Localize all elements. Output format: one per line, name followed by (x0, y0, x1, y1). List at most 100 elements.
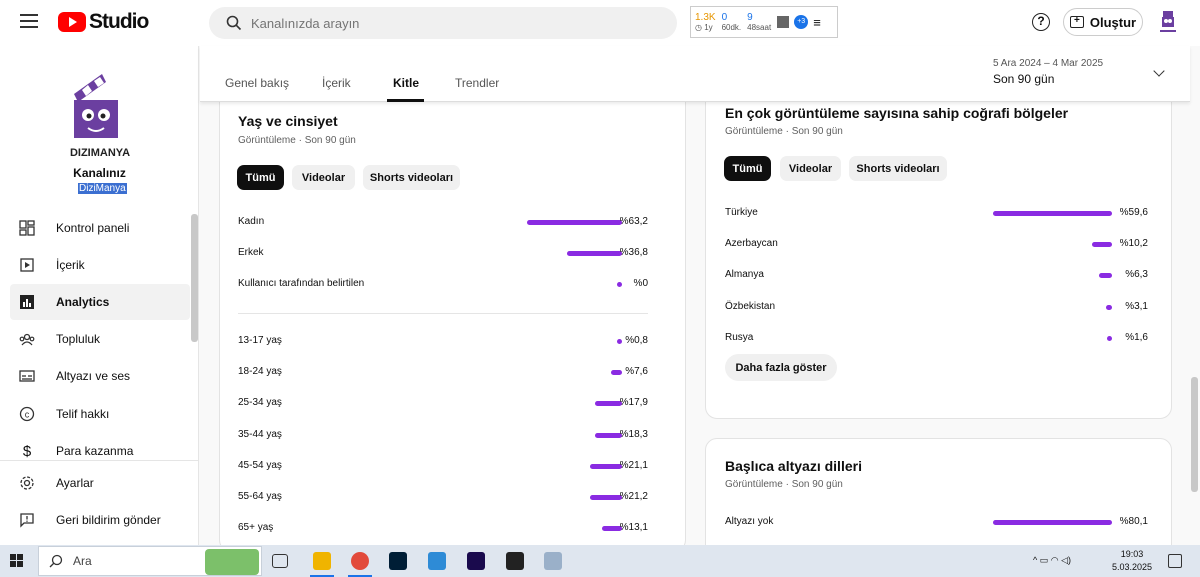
tab-content[interactable]: İçerik (322, 76, 351, 90)
app-icon[interactable] (428, 552, 446, 570)
card-subtitle: Görüntüleme · Son 90 gün (725, 479, 843, 490)
main-scrollbar[interactable] (1191, 377, 1198, 492)
row-value: %21,2 (619, 491, 648, 502)
sidebar-item-subtitles[interactable]: Altyazı ve ses (10, 358, 190, 394)
chevron-down-icon[interactable] (1153, 65, 1165, 77)
sidebar-item-copyright[interactable]: c Telif hakkı (10, 396, 190, 432)
extension-widget[interactable]: 1.3K ◷ 1y 0 60dk. 9 48saat +3 ≡ (690, 6, 838, 38)
file-explorer-icon[interactable] (313, 552, 331, 570)
sidebar-item-community[interactable]: Topluluk (10, 321, 190, 357)
top-bar: Studio 1.3K ◷ 1y 0 60dk. 9 48saat +3 ≡ ?… (0, 0, 1200, 46)
card-subtitle: Görüntüleme · Son 90 gün (238, 135, 356, 146)
extension-badge-icon[interactable]: +3 (794, 15, 809, 29)
sidebar-item-dashboard[interactable]: Kontrol paneli (10, 210, 190, 246)
ext-menu-icon[interactable]: ≡ (813, 15, 821, 30)
chip-all[interactable]: Tümü (237, 165, 284, 190)
active-tab-indicator (387, 99, 424, 102)
sidebar-item-settings[interactable]: Ayarlar (10, 465, 190, 501)
row-bar (993, 211, 1112, 216)
search-icon[interactable] (217, 7, 251, 39)
sidebar-item-analytics[interactable]: Analytics (10, 284, 190, 320)
notes-icon[interactable] (544, 552, 562, 570)
row-label: 45-54 yaş (238, 459, 282, 471)
show-more-button[interactable]: Daha fazla göster (725, 354, 837, 381)
studio-logo[interactable]: Studio (58, 10, 149, 34)
gear-icon (18, 474, 36, 492)
card-title: Yaş ve cinsiyet (238, 113, 338, 129)
taskbar-search[interactable]: Ara (38, 546, 262, 576)
premiere-icon[interactable] (467, 552, 485, 570)
tab-audience[interactable]: Kitle (393, 76, 419, 90)
chip-videos[interactable]: Videolar (292, 165, 355, 190)
sidebar-item-content[interactable]: İçerik (10, 247, 190, 283)
menu-icon[interactable] (20, 14, 38, 28)
row-label: Altyazı yok (725, 516, 774, 527)
sidebar-scrollbar[interactable] (191, 214, 198, 342)
data-row: Özbekistan %3,1 (725, 301, 1155, 315)
create-button[interactable]: + Oluştur (1063, 8, 1143, 36)
sidebar-item-label: Ayarlar (56, 476, 94, 490)
ext-stat-48h: 9 48saat (747, 12, 771, 33)
feedback-icon (18, 511, 36, 529)
sidebar-item-label: Altyazı ve ses (56, 369, 131, 383)
photoshop-icon[interactable] (389, 552, 407, 570)
monetization-icon: $ (22, 442, 32, 460)
clock[interactable]: 19:03 5.03.2025 (1112, 548, 1152, 574)
create-label: Oluştur (1089, 14, 1137, 30)
channel-name[interactable]: DiziManya (78, 183, 127, 194)
notification-icon[interactable] (1168, 554, 1182, 568)
data-row: 13-17 yaş %0,8 (238, 335, 658, 349)
tab-trends[interactable]: Trendler (455, 76, 499, 90)
windows-start-icon[interactable] (10, 554, 24, 568)
sidebar-item-label: Para kazanma (56, 444, 134, 458)
data-row: 18-24 yaş %7,6 (238, 366, 658, 380)
channel-label: Kanalınız (73, 166, 126, 180)
task-view-icon[interactable] (272, 554, 288, 568)
sidebar-item-label: Topluluk (56, 332, 101, 346)
row-label: Özbekistan (725, 300, 776, 312)
chrome-icon[interactable] (351, 552, 369, 570)
taskbar-search-icon (49, 554, 63, 568)
row-label: Kadın (238, 216, 265, 227)
tab-overview[interactable]: Genel bakış (225, 76, 289, 90)
age-gender-card: Yaş ve cinsiyet Görüntüleme · Son 90 gün… (219, 102, 686, 545)
data-row: 35-44 yaş %18,3 (238, 429, 658, 443)
row-label: 13-17 yaş (238, 335, 282, 346)
search-input[interactable] (251, 15, 651, 31)
sidebar-divider (0, 460, 199, 461)
row-value: %63,2 (619, 216, 648, 227)
row-value: %0 (633, 278, 648, 289)
windows-taskbar: Ara ^ ▭ ◠ ◁) 19:03 5.03.2025 (0, 545, 1200, 577)
sidebar-item-monetization[interactable]: $ Para kazanma (10, 433, 190, 469)
chip-all[interactable]: Tümü (724, 156, 771, 181)
sidebar-item-feedback[interactable]: Geri bildirim gönder (10, 502, 190, 538)
date-range-picker[interactable]: 5 Ara 2024 – 4 Mar 2025 Son 90 gün (993, 58, 1103, 86)
ext-stat1-label: ◷ 1y (695, 22, 713, 32)
chip-shorts[interactable]: Shorts videoları (363, 165, 460, 190)
data-row: 25-34 yaş %17,9 (238, 397, 658, 411)
data-row: Türkiye %59,6 (725, 207, 1155, 221)
row-label: Erkek (238, 247, 264, 258)
row-label: 55-64 yaş (238, 491, 282, 502)
ext-stat2-value: 0 (721, 11, 728, 23)
row-value: %59,6 (1119, 207, 1148, 218)
chart-icon[interactable] (777, 16, 790, 28)
help-icon[interactable]: ? (1032, 13, 1050, 31)
channel-logo-icon[interactable]: DIZIMANYA (58, 60, 142, 170)
community-icon (18, 330, 36, 348)
main-content: Yaş ve cinsiyet Görüntüleme · Son 90 gün… (200, 102, 1190, 545)
account-avatar-icon[interactable] (1158, 9, 1178, 35)
chip-shorts[interactable]: Shorts videoları (849, 156, 947, 181)
svg-text:c: c (25, 410, 30, 420)
data-row: Kadın %63,2 (238, 216, 658, 230)
search-bar[interactable] (209, 7, 677, 39)
data-row: Altyazı yok %80,1 (725, 516, 1155, 530)
section-divider (238, 313, 648, 314)
row-label: Azerbaycan (725, 238, 778, 250)
clock-time: 19:03 (1120, 549, 1144, 559)
chip-videos[interactable]: Videolar (780, 156, 841, 181)
ext-stat3-label: 48saat (747, 22, 772, 32)
data-row: Kullanıcı tarafından belirtilen %0 (238, 278, 658, 292)
capcut-icon[interactable] (506, 552, 524, 570)
system-tray[interactable]: ^ ▭ ◠ ◁) (1033, 555, 1071, 566)
